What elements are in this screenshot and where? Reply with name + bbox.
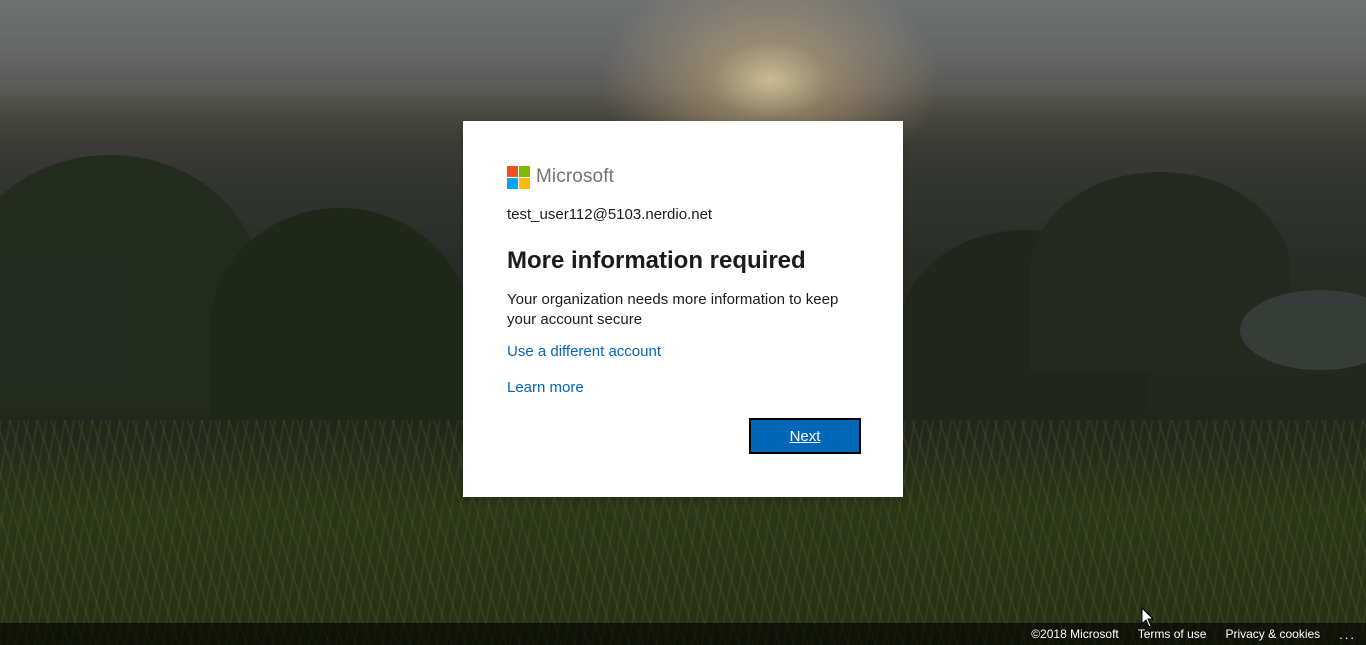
learn-more-link[interactable]: Learn more	[507, 379, 859, 399]
next-button[interactable]: Next	[749, 418, 861, 454]
sign-in-dialog: Microsoft test_user112@5103.nerdio.net M…	[463, 121, 903, 497]
logo-square-red	[507, 165, 518, 177]
description-text: Your organization needs more information…	[507, 291, 839, 328]
use-different-account-link[interactable]: Use a different account	[507, 343, 859, 363]
logo-square-blue	[507, 177, 518, 189]
logo-square-yellow	[519, 177, 530, 189]
microsoft-logo-text: Microsoft	[536, 166, 614, 187]
user-identity: test_user112@5103.nerdio.net	[507, 206, 713, 223]
terms-of-use-link[interactable]: Terms of use	[1138, 627, 1207, 641]
microsoft-logo-icon	[507, 165, 530, 189]
logo-square-green	[519, 165, 530, 177]
more-options-button[interactable]: ...	[1339, 627, 1356, 642]
microsoft-logo: Microsoft	[507, 165, 859, 189]
mouse-cursor-icon	[1141, 607, 1155, 628]
privacy-cookies-link[interactable]: Privacy & cookies	[1225, 627, 1320, 641]
copyright-text: ©2018 Microsoft	[1031, 627, 1119, 641]
footer: ©2018 Microsoft Terms of use Privacy & c…	[0, 623, 1366, 645]
page-title: More information required	[507, 247, 806, 274]
